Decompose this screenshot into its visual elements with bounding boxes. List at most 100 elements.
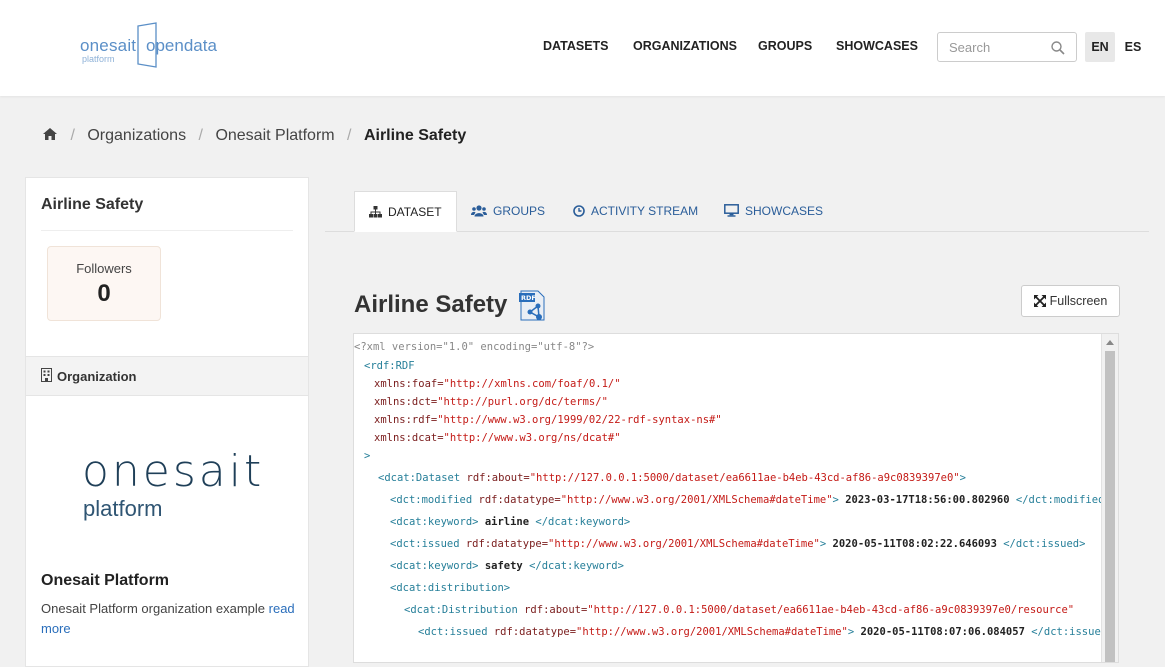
code-line: xmlns:dcat="http://www.w3.org/ns/dcat#" <box>374 432 621 444</box>
search-input[interactable] <box>947 39 1051 56</box>
tab-showcases-label: SHOWCASES <box>745 204 824 218</box>
logo-text-platform: platform <box>82 54 115 64</box>
code-token: rdf:datatype= <box>493 626 577 638</box>
sidebar: Airline Safety Followers 0 Organization … <box>25 177 309 667</box>
scroll-up-arrow-icon[interactable] <box>1106 340 1114 345</box>
organization-name: Onesait Platform <box>41 572 170 589</box>
search-icon[interactable] <box>1050 40 1066 56</box>
code-line: xmlns:foaf="http://xmlns.com/foaf/0.1/" <box>374 378 621 390</box>
code-token: > <box>364 450 371 462</box>
code-token: <?xml version="1.0" encoding="utf-8"?> <box>354 341 595 353</box>
code-token: 2023-03-17T18:56:00.802960 <box>845 494 1010 506</box>
code-token: <dct:issued <box>418 626 494 638</box>
rdf-code-viewer[interactable]: <?xml version="1.0" encoding="utf-8"?> <r… <box>353 333 1119 663</box>
code-token: safety <box>484 560 523 572</box>
code-token: </dct:modified> <box>1009 494 1111 506</box>
organization-logo-text: onesait <box>82 446 265 497</box>
code-token: xmlns:dct= <box>374 396 438 408</box>
code-token: rdf:about= <box>524 604 588 616</box>
code-token: > <box>819 538 833 550</box>
code-token: <rdf:RDF <box>364 360 415 372</box>
code-token: > <box>847 626 861 638</box>
nav-datasets[interactable]: DATASETS <box>543 39 609 53</box>
code-line: xmlns:rdf="http://www.w3.org/1999/02/22-… <box>374 414 722 426</box>
tab-dataset-label: DATASET <box>388 205 442 219</box>
followers-count: 0 <box>97 280 111 307</box>
code-token: "http://purl.org/dc/terms/" <box>437 396 608 408</box>
divider <box>41 230 293 231</box>
sidebar-title: Airline Safety <box>41 196 144 213</box>
code-token: rdf:datatype= <box>478 494 561 506</box>
code-token: "http://127.0.0.1:5000/dataset/ea6611ae-… <box>529 472 960 484</box>
breadcrumb-current[interactable]: Airline Safety <box>364 127 466 144</box>
code-token: <dcat:keyword> <box>390 516 485 528</box>
code-line: <dcat:Distribution rdf:about="http://127… <box>404 604 1074 616</box>
code-token: "http://xmlns.com/foaf/0.1/" <box>443 378 621 390</box>
tab-activity-stream-label: ACTIVITY STREAM <box>591 204 699 218</box>
code-token: airline <box>484 516 530 528</box>
code-line: <?xml version="1.0" encoding="utf-8"?> <box>354 341 594 353</box>
code-line: <dcat:distribution> <box>390 582 510 594</box>
language-en[interactable]: EN <box>1085 32 1115 62</box>
code-token: <dct:modified <box>390 494 479 506</box>
code-token: > <box>959 472 966 484</box>
code-line: > <box>364 450 370 462</box>
home-icon[interactable] <box>42 127 58 141</box>
code-token: xmlns:dcat= <box>374 432 444 444</box>
code-line: <rdf:RDF <box>364 360 415 372</box>
code-token: > <box>832 494 846 506</box>
scrollbar-thumb[interactable] <box>1105 351 1115 662</box>
nav-organizations[interactable]: ORGANIZATIONS <box>633 39 737 53</box>
sitemap-icon <box>369 206 382 218</box>
dataset-title: Airline Safety <box>354 291 508 318</box>
rdf-file-icon: RDF <box>519 290 545 321</box>
fullscreen-button[interactable]: Fullscreen <box>1021 285 1120 317</box>
breadcrumb-onesait-platform[interactable]: Onesait Platform <box>215 127 334 144</box>
tab-activity-stream[interactable]: ACTIVITY STREAM <box>573 191 698 231</box>
breadcrumb-organizations[interactable]: Organizations <box>87 127 186 144</box>
nav-showcases[interactable]: SHOWCASES <box>836 39 918 53</box>
code-token: <dcat:Dataset <box>378 472 467 484</box>
code-token: "http://www.w3.org/2001/XMLSchema#dateTi… <box>548 538 820 550</box>
expand-icon <box>1033 295 1046 307</box>
breadcrumb-separator: / <box>347 127 352 144</box>
code-line: <dct:issued rdf:datatype="http://www.w3.… <box>390 538 1085 550</box>
nav-groups[interactable]: GROUPS <box>758 39 812 53</box>
code-token: <dcat:Distribution <box>404 604 525 616</box>
site-header: onesait platform opendata DATASETS ORGAN… <box>0 0 1165 96</box>
code-token: rdf:about= <box>466 472 530 484</box>
code-token: xmlns:foaf= <box>374 378 444 390</box>
breadcrumb-separator: / <box>70 127 75 144</box>
code-token: rdf:datatype= <box>465 538 549 550</box>
code-token: </dcat:keyword> <box>529 516 631 528</box>
code-token: </dct:issued> <box>996 538 1086 550</box>
code-token: <dcat:keyword> <box>390 560 485 572</box>
code-token: "http://www.w3.org/2001/XMLSchema#dateTi… <box>560 494 833 506</box>
tab-bar: DATASET GROUPS ACTIVITY STREAM SHOWCASES <box>325 177 1149 232</box>
code-line: <dcat:keyword> safety </dcat:keyword> <box>390 560 624 572</box>
code-token: "http://www.w3.org/2001/XMLSchema#dateTi… <box>576 626 848 638</box>
organization-section-label: Organization <box>57 369 137 384</box>
code-token: "http://www.w3.org/1999/02/22-rdf-syntax… <box>437 414 722 426</box>
code-line: xmlns:dct="http://purl.org/dc/terms/" <box>374 396 608 408</box>
code-token: <dcat:distribution> <box>390 582 511 594</box>
vertical-scrollbar[interactable] <box>1101 334 1118 662</box>
breadcrumb: / Organizations / Onesait Platform / Air… <box>42 127 466 145</box>
code-line: <dct:issued rdf:datatype="http://www.w3.… <box>418 626 1113 638</box>
followers-card: Followers 0 <box>47 246 161 321</box>
svg-text:RDF: RDF <box>521 294 536 302</box>
breadcrumb-separator: / <box>198 127 203 144</box>
tab-dataset[interactable]: DATASET <box>354 191 457 232</box>
logo-text-opendata: opendata <box>146 36 217 55</box>
tab-groups[interactable]: GROUPS <box>471 191 545 231</box>
fullscreen-label: Fullscreen <box>1049 294 1108 308</box>
monitor-icon <box>724 204 739 217</box>
code-line: <dcat:keyword> airline </dcat:keyword> <box>390 516 630 528</box>
users-icon <box>471 205 487 217</box>
organization-description-text: Onesait Platform organization example <box>41 601 266 616</box>
code-token: xmlns:rdf= <box>374 414 438 426</box>
code-token: <dct:issued <box>390 538 466 550</box>
language-es[interactable]: ES <box>1120 32 1146 62</box>
code-token: 2020-05-11T08:02:22.646093 <box>832 538 997 550</box>
tab-showcases[interactable]: SHOWCASES <box>724 191 823 231</box>
